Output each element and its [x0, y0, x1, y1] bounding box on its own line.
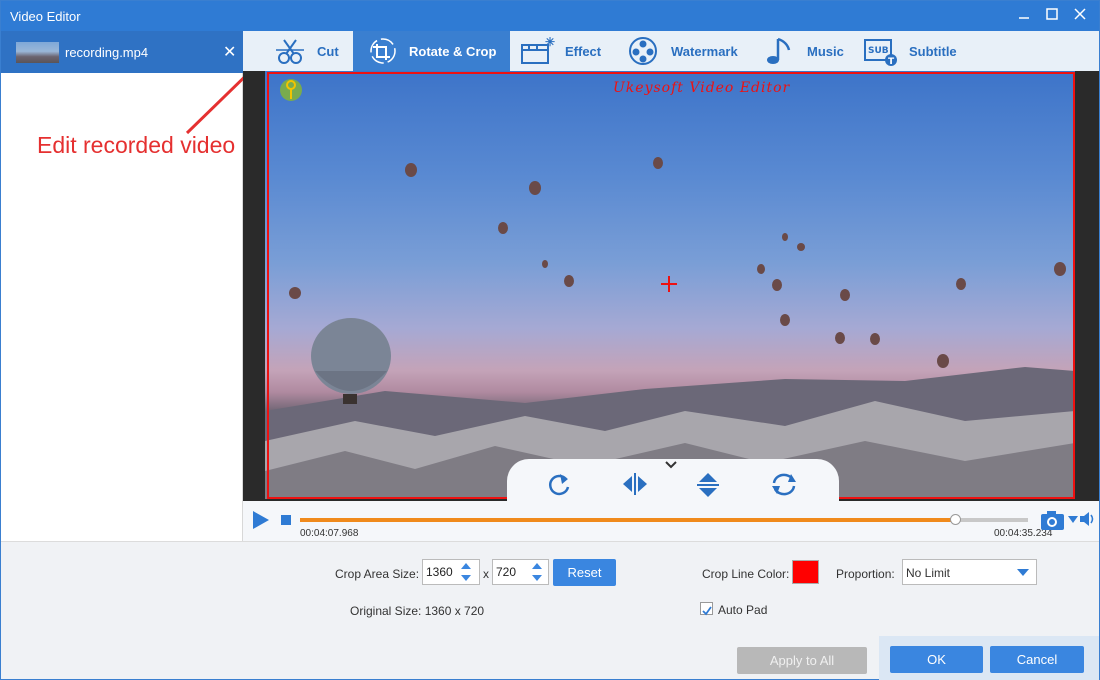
ok-button[interactable]: OK: [890, 646, 983, 673]
tab-cut-label: Cut: [317, 43, 339, 59]
apply-to-all-button[interactable]: Apply to All: [737, 647, 867, 674]
effect-icon: ✳: [521, 36, 555, 64]
tab-watermark-label: Watermark: [671, 43, 738, 59]
video-editor-window: Video Editor recording.mp4 ✕ Edit record…: [0, 0, 1100, 680]
volume-icon[interactable]: [1079, 510, 1097, 528]
tab-music[interactable]: Music: [763, 31, 853, 71]
reset-button[interactable]: Reset: [553, 559, 616, 586]
collapse-chevron-icon[interactable]: [665, 461, 677, 469]
flip-horizontal-icon[interactable]: [621, 471, 649, 497]
tab-effect[interactable]: ✳ Effect: [519, 31, 619, 71]
close-icon: [1074, 8, 1086, 20]
minimize-button[interactable]: [1009, 1, 1039, 31]
minimize-icon: [1019, 17, 1029, 19]
file-name: recording.mp4: [65, 45, 149, 60]
rotate-crop-icon: [370, 38, 396, 64]
rotate-controls-panel: [507, 459, 839, 501]
crop-settings-panel: Crop Area Size: 1360 x 720 Reset Origina…: [1, 541, 1099, 680]
title-bar: Video Editor: [1, 1, 1099, 31]
tab-effect-label: Effect: [565, 43, 602, 59]
snapshot-dropdown-icon[interactable]: [1068, 516, 1078, 524]
svg-text:T: T: [888, 57, 895, 66]
playback-bar: 00:04:07.968 00:04:35.234: [243, 501, 1099, 541]
flip-vertical-icon[interactable]: [695, 471, 721, 499]
tab-subtitle[interactable]: SUB T Subtitle: [863, 31, 973, 71]
progress-fill: [300, 518, 956, 522]
tab-watermark[interactable]: Watermark: [627, 31, 747, 71]
svg-text:SUB: SUB: [868, 46, 889, 56]
proportion-dropdown[interactable]: No Limit: [902, 559, 1037, 585]
checkmark-icon: [702, 606, 712, 616]
close-button[interactable]: [1065, 1, 1095, 31]
tab-music-label: Music: [807, 43, 844, 59]
crop-height-stepper-icon[interactable]: [528, 559, 546, 585]
stop-icon[interactable]: [280, 514, 292, 526]
music-icon: [767, 37, 791, 64]
crop-line-color-picker[interactable]: [792, 560, 819, 584]
proportion-label: Proportion:: [836, 567, 895, 581]
tab-subtitle-label: Subtitle: [909, 43, 957, 59]
annotation-text: Edit recorded video: [37, 132, 236, 158]
rotate-clockwise-icon[interactable]: [547, 471, 573, 497]
crop-width-stepper-icon[interactable]: [457, 559, 475, 585]
tab-rotate-crop[interactable]: Rotate & Crop: [353, 31, 510, 71]
video-thumbnail: [16, 42, 59, 63]
auto-pad-checkbox[interactable]: [700, 602, 713, 616]
svg-text:✳: ✳: [545, 36, 555, 49]
tool-tabs: Cut Rotate & Crop ✳ Effect Watermark Mus…: [243, 31, 1099, 71]
window-title: Video Editor: [10, 9, 81, 24]
reset-rotation-icon[interactable]: [769, 471, 799, 497]
maximize-icon: [1046, 8, 1058, 20]
watermark-icon: [629, 37, 657, 65]
chevron-down-icon: [1017, 569, 1029, 576]
original-size-label: Original Size: 1360 x 720: [350, 604, 485, 618]
play-icon[interactable]: [251, 510, 271, 530]
crop-height-value: 720: [496, 565, 517, 579]
crop-width-value: 1360: [426, 565, 453, 579]
progress-handle[interactable]: [950, 514, 962, 525]
progress-track[interactable]: [300, 514, 1028, 525]
cut-icon: [276, 39, 304, 64]
dialog-actions: OK Cancel: [879, 636, 1099, 680]
crop-area-label: Crop Area Size:: [335, 567, 420, 581]
proportion-value: No Limit: [906, 566, 951, 580]
crop-rectangle[interactable]: [267, 72, 1075, 499]
tab-rotate-crop-label: Rotate & Crop: [409, 43, 497, 59]
video-preview-area: Ukeysoft Video Editor: [243, 71, 1099, 501]
snapshot-camera-icon[interactable]: [1040, 509, 1066, 531]
subtitle-icon: SUB T: [864, 39, 897, 66]
tab-cut[interactable]: Cut: [273, 31, 353, 71]
cancel-button[interactable]: Cancel: [990, 646, 1084, 673]
auto-pad-label: Auto Pad: [718, 603, 768, 617]
maximize-button[interactable]: [1037, 1, 1067, 31]
crop-line-color-label: Crop Line Color:: [702, 567, 790, 581]
current-time: 00:04:07.968: [300, 528, 359, 539]
size-separator: x: [483, 567, 489, 581]
